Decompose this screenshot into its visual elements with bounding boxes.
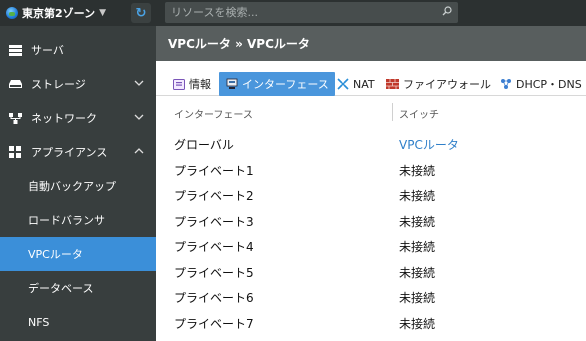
sidebar-item-storage[interactable]: ストレージ [0, 67, 156, 101]
table-row[interactable]: プライベート6 未接続 [156, 284, 586, 309]
tab-interface[interactable]: インターフェース [219, 72, 335, 96]
globe-icon [6, 7, 18, 19]
tab-label: ファイアウォール [403, 78, 491, 91]
tab-bar: 情報 インターフェース NAT ファイアウォール DHCP・DNS [156, 72, 586, 96]
table-row[interactable]: グローバル VPCルータ [156, 131, 586, 156]
column-header-interface[interactable]: インターフェース [174, 106, 253, 121]
sidebar-subitem-label: VPCルータ [28, 248, 83, 261]
interface-cell: プライベート5 [174, 265, 254, 280]
sidebar-item-label: ネットワーク [31, 112, 97, 125]
sidebar-item-server[interactable]: サーバ [0, 33, 156, 67]
sidebar-item-network[interactable]: ネットワーク [0, 101, 156, 135]
main-panel: VPCルータ » VPCルータ 情報 インターフェース NAT ファイアウォール [156, 26, 586, 341]
column-divider [392, 103, 393, 121]
table-row[interactable]: プライベート5 未接続 [156, 259, 586, 284]
tab-label: DHCP・DNS [516, 78, 582, 91]
top-bar: 東京第2ゾーン ▼ ↻ [0, 0, 586, 26]
interface-cell: プライベート4 [174, 240, 254, 254]
refresh-button[interactable]: ↻ [131, 3, 151, 23]
interface-cell: プライベート2 [174, 189, 254, 203]
sidebar-subitem-nfs[interactable]: NFS [0, 305, 156, 339]
search-icon[interactable] [442, 6, 452, 16]
tab-nat[interactable]: NAT [336, 72, 375, 96]
table-row[interactable]: プライベート4 未接続 [156, 233, 586, 258]
sidebar-subitem-vpc-router[interactable]: VPCルータ [0, 237, 156, 271]
switch-cell: 未接続 [399, 189, 436, 203]
sidebar-item-label: サーバ [31, 44, 64, 57]
sidebar-subitem-label: ロードバランサ [28, 214, 105, 227]
interface-cell: プライベート1 [174, 163, 254, 178]
tab-label: インターフェース [242, 78, 329, 91]
server-icon [8, 44, 22, 56]
chevron-up-icon[interactable] [134, 146, 144, 156]
chevron-down-icon[interactable] [134, 112, 144, 122]
zone-label: 東京第2ゾーン [22, 7, 96, 20]
interface-cell: グローバル [174, 138, 234, 152]
tab-info[interactable]: 情報 [172, 72, 211, 96]
sidebar-subitem-load-balancer[interactable]: ロードバランサ [0, 203, 156, 237]
firewall-icon [386, 78, 399, 90]
interface-cell: プライベート6 [174, 291, 254, 305]
interface-icon [225, 78, 238, 90]
column-header-switch[interactable]: スイッチ [399, 106, 439, 121]
tab-label: NAT [353, 77, 375, 91]
tab-label: 情報 [189, 78, 211, 91]
switch-cell: 未接続 [399, 265, 436, 280]
network-icon [8, 112, 22, 124]
interface-cell: プライベート3 [174, 214, 254, 229]
table-row[interactable]: プライベート2 未接続 [156, 182, 586, 207]
sidebar: サーバ ストレージ ネットワーク アプライアンス 自動バックアップ ロードバラン… [0, 26, 156, 341]
chevron-down-icon[interactable] [134, 78, 144, 88]
tab-dhcp-dns[interactable]: DHCP・DNS [499, 72, 582, 96]
sidebar-subitem-auto-backup[interactable]: 自動バックアップ [0, 169, 156, 203]
switch-cell: 未接続 [399, 316, 436, 331]
sidebar-subitem-label: 自動バックアップ [28, 180, 116, 193]
switch-cell: 未接続 [399, 240, 436, 254]
sidebar-subitem-label: データベース [28, 282, 94, 295]
sidebar-item-label: アプライアンス [31, 146, 108, 159]
table-row[interactable]: プライベート3 未接続 [156, 208, 586, 233]
tab-firewall[interactable]: ファイアウォール [386, 72, 491, 96]
appliance-icon [8, 146, 22, 158]
sidebar-item-appliance[interactable]: アプライアンス [0, 135, 156, 169]
sidebar-subitem-database[interactable]: データベース [0, 271, 156, 305]
caret-down-icon: ▼ [99, 8, 107, 18]
refresh-icon: ↻ [135, 5, 147, 21]
search-input[interactable] [171, 2, 431, 23]
interface-cell: プライベート7 [174, 316, 254, 331]
nat-icon [336, 78, 349, 90]
switch-cell: 未接続 [399, 214, 436, 229]
zone-selector[interactable]: 東京第2ゾーン ▼ [6, 0, 106, 26]
storage-icon [8, 78, 22, 90]
breadcrumb-text: VPCルータ » VPCルータ [168, 37, 310, 51]
table-row[interactable]: プライベート7 未接続 [156, 310, 586, 335]
dhcp-icon [499, 78, 512, 90]
search-box[interactable] [165, 2, 458, 23]
switch-cell: 未接続 [399, 163, 436, 178]
sidebar-item-label: ストレージ [31, 78, 86, 91]
info-icon [172, 78, 185, 90]
table-row[interactable]: プライベート1 未接続 [156, 157, 586, 182]
breadcrumb: VPCルータ » VPCルータ [156, 26, 586, 61]
switch-link[interactable]: VPCルータ [399, 136, 459, 153]
switch-cell: 未接続 [399, 291, 436, 305]
sidebar-subitem-label: NFS [28, 315, 50, 329]
